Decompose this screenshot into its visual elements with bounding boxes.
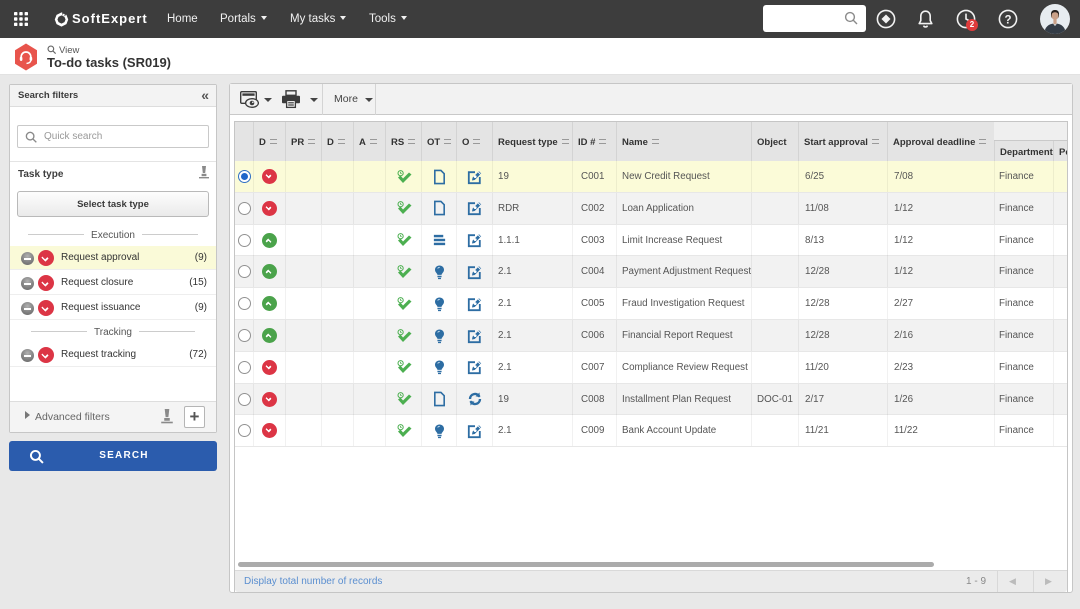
- svg-text:?: ?: [1004, 14, 1011, 26]
